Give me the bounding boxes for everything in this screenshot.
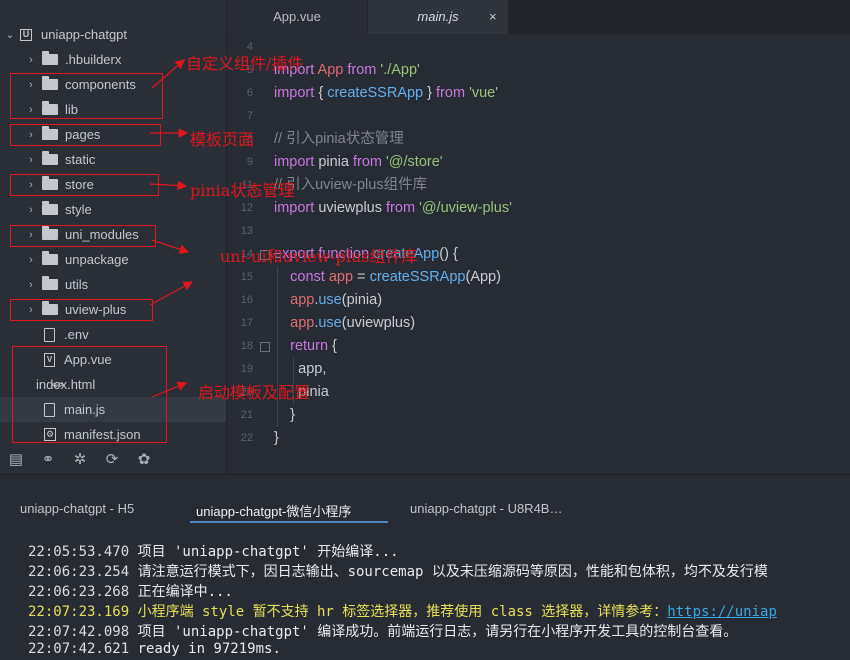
arrow-store — [149, 180, 188, 191]
arrow-uni-modules — [151, 239, 190, 254]
arrow-uview-plus — [149, 281, 194, 306]
arrow-components — [151, 59, 185, 89]
arrow-entry-files — [151, 381, 188, 398]
annotation-arrows — [149, 59, 194, 398]
